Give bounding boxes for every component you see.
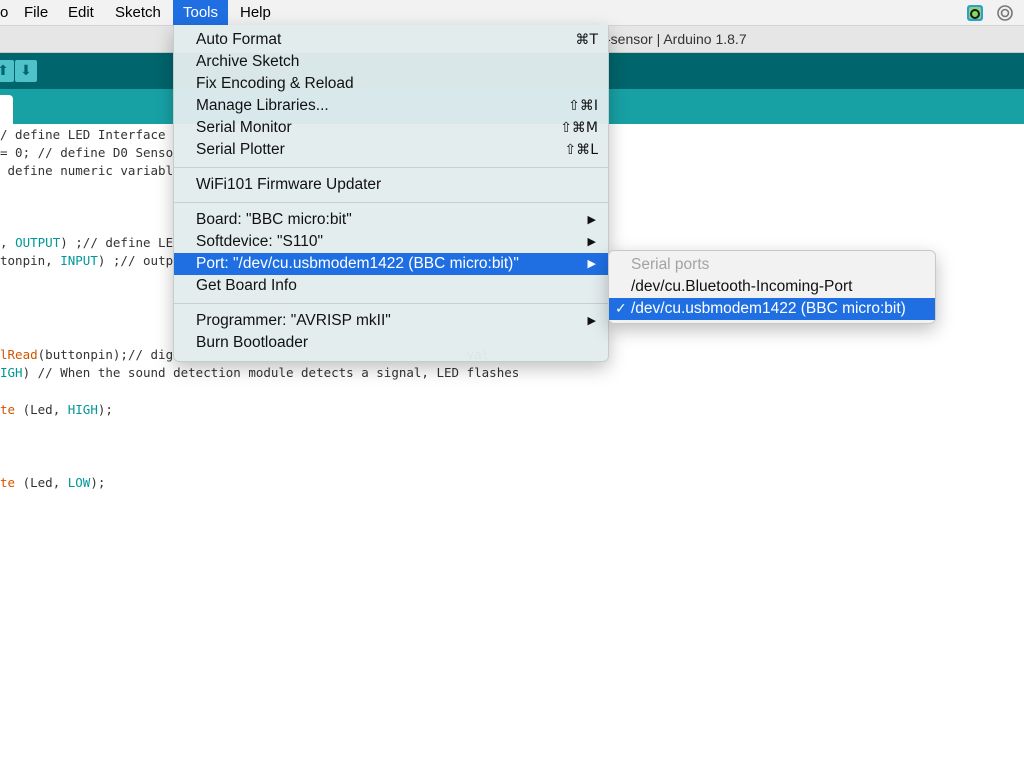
menu-item-get-board[interactable]: Get Board Info [174,275,608,297]
menu-item-label: Archive Sketch [196,53,300,70]
code-token: (Led, [15,475,68,490]
creative-cloud-icon[interactable] [966,4,984,22]
menu-help[interactable]: Help [232,0,279,25]
menu-bar: o File Edit Sketch Tools Help [0,0,1024,26]
menu-item-label: Auto Format [196,31,282,48]
code-token: te [0,475,16,490]
code-token: ) ;// outp [97,253,174,268]
code-token: (Led, [15,402,68,417]
checkmark-icon: ✓ [615,301,627,317]
menu-separator [174,303,608,304]
shortcut-label: ⇧⌘I [568,98,598,114]
sync-icon[interactable] [996,4,1014,22]
menu-item-serial-plotter[interactable]: Serial Plotter ⇧⌘L [174,139,608,161]
port-submenu: Serial ports /dev/cu.Bluetooth-Incoming-… [608,250,936,324]
code-token: ) // When the sound detection module det… [22,365,520,380]
shortcut-label: ⇧⌘L [564,142,598,158]
code-line: te (Led, LOW); [0,474,105,492]
menu-item-label: Board: "BBC micro:bit" [196,211,352,228]
menu-item-label: Port: "/dev/cu.usbmodem1422 (BBC micro:b… [196,255,519,272]
menu-item-fix-encoding[interactable]: Fix Encoding & Reload [174,73,608,95]
open-icon[interactable]: ⬆ [0,60,14,82]
menu-item-port-dev[interactable]: Port: "/dev/cu.usbmodem1422 (BBC micro:b… [174,253,608,275]
menu-edit[interactable]: Edit [60,0,102,25]
menu-app-name[interactable]: o [0,0,12,25]
menu-sketch[interactable]: Sketch [107,0,169,25]
menu-item-label: WiFi101 Firmware Updater [196,176,382,193]
menu-item-manage-libraries[interactable]: Manage Libraries... ⇧⌘I [174,95,608,117]
menu-item-board-bbc[interactable]: Board: "BBC micro:bit" ▶ [174,209,608,231]
menu-item-softdevice-s110[interactable]: Softdevice: "S110" ▶ [174,231,608,253]
menu-item-archive-sketch[interactable]: Archive Sketch [174,51,608,73]
menu-item-label: Burn Bootloader [196,334,309,351]
menu-tools[interactable]: Tools [173,0,229,25]
submenu-arrow-icon: ▶ [587,314,596,327]
code-token: ); [97,402,113,417]
code-line: tonpin, INPUT) ;// outp [0,252,173,270]
code-token: ) ;// define LE [60,235,174,250]
window-title: -sensor | Arduino 1.8.7 [606,31,747,47]
menu-item-label: Programmer: "AVRISP mkII" [196,312,391,329]
menu-separator [174,167,608,168]
submenu-arrow-icon: ▶ [587,257,596,270]
code-token: / define LED Interface [0,127,166,142]
code-token: tonpin, [0,253,61,268]
menu-item-label: Get Board Info [196,277,297,294]
menu-item-label: Manage Libraries... [196,97,329,114]
code-line: , OUTPUT) ;// define LE [0,234,173,252]
code-token: IGH [0,365,23,380]
code-token: INPUT [60,253,98,268]
code-line: = 0; // define D0 Senso [0,144,173,162]
code-token: , [0,235,16,250]
submenu-arrow-icon: ▶ [587,235,596,248]
code-token: HIGH [67,402,98,417]
port-option-usbmodem[interactable]: ✓ /dev/cu.usbmodem1422 (BBC micro:bit) [609,298,935,320]
shortcut-label: ⌘T [575,32,598,48]
menu-item-label: Serial Monitor [196,119,292,136]
tools-menu: Auto Format ⌘T Archive Sketch Fix Encoding … [173,25,609,362]
code-token: te [0,402,16,417]
code-token: (buttonpin);// dig [37,347,174,362]
code-token: ); [90,475,106,490]
menu-item-label: Serial Plotter [196,141,285,158]
menu-item-wifi101-firmware[interactable]: WiFi101 Firmware Updater [174,174,608,196]
menu-item-burn-bootloader[interactable]: Burn Bootloader [174,332,608,354]
code-line: te (Led, HIGH); [0,401,113,419]
sketch-tab[interactable] [0,95,13,124]
menu-item-label: Softdevice: "S110" [196,233,324,250]
serial-ports-header: Serial ports [631,256,710,273]
code-line: define numeric variabl [0,162,174,180]
shortcut-label: ⇧⌘M [560,120,598,136]
code-token: lRead [0,347,38,362]
menu-file[interactable]: File [16,0,56,25]
code-token: = 0; // define D0 Senso [0,145,174,160]
save-icon[interactable]: ⬇ [15,60,37,82]
code-token: OUTPUT [15,235,61,250]
submenu-arrow-icon: ▶ [587,213,596,226]
menu-item-auto-format[interactable]: Auto Format ⌘T [174,29,608,51]
menu-item-serial-monitor[interactable]: Serial Monitor ⇧⌘M [174,117,608,139]
menu-separator [174,202,608,203]
menu-item-label: Fix Encoding & Reload [196,75,354,92]
code-line: / define LED Interface [0,126,166,144]
code-token: define numeric variabl [0,163,174,178]
menu-item-programmer-avrisp[interactable]: Programmer: "AVRISP mkII" ▶ [174,310,608,332]
port-option-bluetooth[interactable]: /dev/cu.Bluetooth-Incoming-Port [609,276,935,298]
code-token: LOW [67,475,91,490]
code-line: IGH) // When the sound detection module … [0,364,519,382]
